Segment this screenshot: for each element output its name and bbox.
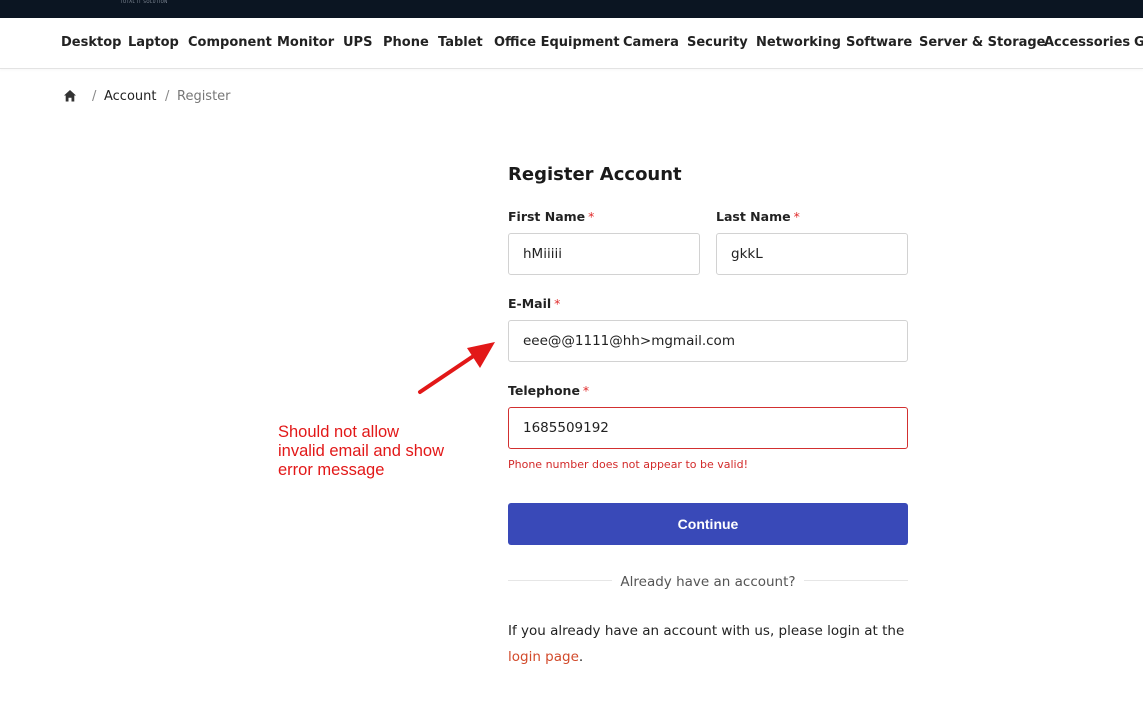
nav-item-monitor[interactable]: Monitor (277, 35, 334, 50)
required-mark: * (554, 296, 561, 311)
nav-item-desktop[interactable]: Desktop (61, 35, 121, 50)
nav-item-camera[interactable]: Camera (623, 35, 679, 50)
brand-tagline: TOTAL IT SOLUTION (120, 0, 168, 4)
breadcrumb-account[interactable]: Account (104, 89, 157, 104)
nav-item-laptop[interactable]: Laptop (128, 35, 179, 50)
divider-right (804, 580, 908, 581)
telephone-error-message: Phone number does not appear to be valid… (508, 458, 748, 471)
nav-item-ups[interactable]: UPS (343, 35, 372, 50)
breadcrumb-separator: / (165, 89, 170, 104)
email-field[interactable] (508, 320, 908, 362)
required-mark: * (588, 209, 595, 224)
nav-item-tablet[interactable]: Tablet (438, 35, 483, 50)
last-name-label: Last Name * (716, 209, 800, 224)
required-mark: * (582, 383, 590, 398)
review-annotation: Should not allow invalid email and show … (278, 423, 445, 479)
annotation-arrow-icon (418, 342, 495, 394)
nav-item-truncated[interactable]: G (1134, 35, 1143, 50)
last-name-field[interactable] (716, 233, 908, 275)
breadcrumb-separator: / (92, 89, 97, 104)
first-name-field[interactable] (508, 233, 700, 275)
page-title: Register Account (508, 164, 682, 185)
login-page-link[interactable]: login page (508, 649, 579, 665)
breadcrumb-register: Register (177, 89, 231, 104)
telephone-field[interactable] (508, 407, 908, 449)
nav-item-component[interactable]: Component (188, 35, 272, 50)
nav-item-server-storage[interactable]: Server & Storage (919, 35, 1046, 50)
login-note: If you already have an account with us, … (508, 623, 905, 665)
first-name-label: First Name * (508, 209, 595, 224)
main-nav: Desktop Laptop Component Monitor UPS Pho… (0, 18, 1143, 69)
nav-item-phone[interactable]: Phone (383, 35, 429, 50)
nav-item-office-equipment[interactable]: Office Equipment (494, 35, 620, 50)
nav-item-networking[interactable]: Networking (756, 35, 841, 50)
nav-item-security[interactable]: Security (687, 35, 748, 50)
nav-item-accessories[interactable]: Accessories (1044, 35, 1130, 50)
telephone-label: Telephone * (508, 383, 590, 398)
continue-button[interactable]: Continue (508, 503, 908, 545)
top-bar: TOTAL IT SOLUTION (0, 0, 1143, 18)
required-mark: * (793, 209, 800, 224)
login-divider-text: Already have an account? (620, 574, 796, 590)
email-label: E-Mail * (508, 296, 561, 311)
nav-item-software[interactable]: Software (846, 35, 912, 50)
home-icon[interactable] (63, 89, 77, 103)
